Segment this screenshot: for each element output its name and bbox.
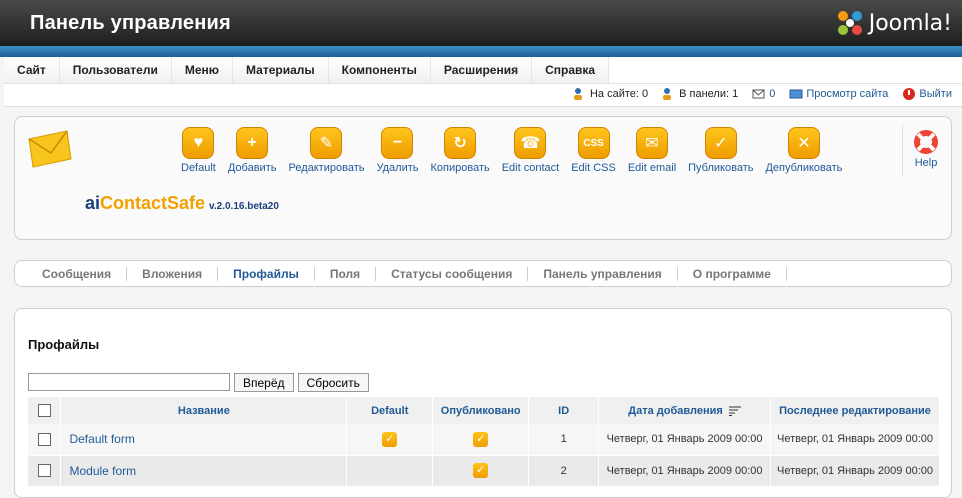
- monitor-icon: [789, 89, 803, 99]
- header-name[interactable]: Название: [60, 397, 348, 424]
- messages-link[interactable]: 0: [752, 87, 775, 101]
- component-brand: aiContactSafe v.2.0.16.beta20: [85, 193, 279, 213]
- menu-components[interactable]: Компоненты: [328, 57, 431, 83]
- status-bar: На сайте: 0 В панели: 1 0 Просмотр сайта…: [573, 87, 952, 101]
- publish-button[interactable]: ✓ Публиковать: [688, 127, 753, 174]
- envelope-icon: [28, 130, 72, 168]
- default-cell[interactable]: [346, 455, 434, 487]
- profile-name-link[interactable]: Module form: [60, 455, 348, 487]
- section-title: Профайлы: [28, 337, 100, 352]
- tab-messages[interactable]: Сообщения: [27, 266, 128, 281]
- top-menu: Сайт Пользователи Меню Материалы Компоне…: [4, 57, 962, 107]
- menu-menus[interactable]: Меню: [171, 57, 234, 83]
- admin-users: В панели: 1: [662, 87, 738, 101]
- tab-profiles[interactable]: Профайлы: [218, 266, 315, 281]
- row-checkbox[interactable]: [37, 432, 51, 446]
- filter-reset-button[interactable]: Сбросить: [297, 373, 369, 392]
- tab-about[interactable]: О программе: [678, 266, 787, 281]
- table-row: Module form ✓ 2 Четверг, 01 Январь 2009 …: [28, 455, 940, 487]
- messages-icon: [752, 89, 765, 99]
- lifebuoy-icon: [914, 130, 938, 154]
- admin-users-icon: [663, 88, 672, 100]
- header-created[interactable]: Дата добавления: [598, 397, 772, 424]
- header-modified[interactable]: Последнее редактирование: [770, 397, 940, 424]
- row-select-cell: [28, 424, 62, 456]
- tab-statuses[interactable]: Статусы сообщения: [376, 266, 529, 281]
- published-tick-icon[interactable]: ✓: [473, 431, 489, 447]
- filter-bar: Вперёд Сбросить: [28, 373, 369, 392]
- plus-icon: +: [236, 127, 269, 159]
- menu-extensions[interactable]: Расширения: [430, 57, 533, 83]
- toolbar-panel: ♥ Default + Добавить ✎ Редактировать − Удали…: [14, 116, 952, 240]
- version-label: v.2.0.16.beta20: [209, 201, 279, 212]
- published-tick-icon[interactable]: ✓: [473, 463, 489, 478]
- profiles-table: Название Default Опубликовано ID Дата до…: [28, 397, 940, 487]
- published-cell: ✓: [432, 424, 530, 456]
- minus-icon: −: [381, 127, 414, 159]
- add-button[interactable]: + Добавить: [228, 127, 276, 174]
- users-icon: [573, 88, 582, 100]
- menu-content[interactable]: Материалы: [233, 57, 329, 83]
- modified-cell: Четверг, 01 Январь 2009 00:00: [770, 424, 940, 456]
- joomla-logo: Joomla!: [835, 8, 952, 38]
- pencil-icon: ✎: [310, 127, 343, 159]
- published-cell: ✓: [432, 455, 530, 487]
- menu-site[interactable]: Сайт: [4, 57, 60, 83]
- joomla-icon: [837, 11, 862, 35]
- content-panel: Профайлы Вперёд Сбросить Название Defaul…: [14, 308, 952, 498]
- toolbar-divider: [902, 125, 903, 177]
- header-default[interactable]: Default: [346, 397, 434, 424]
- id-cell: 1: [528, 424, 600, 456]
- select-all-header: [28, 397, 62, 424]
- edit-css-button[interactable]: CSS Edit CSS: [571, 127, 616, 174]
- page-title: Панель управления: [30, 12, 231, 34]
- table-row: Default form ✓ ✓ 1 Четверг, 01 Январь 20…: [28, 424, 940, 456]
- preview-site-link[interactable]: Просмотр сайта: [789, 87, 888, 101]
- help-button[interactable]: Help: [911, 127, 941, 169]
- publish-icon: ✓: [704, 127, 737, 159]
- css-icon: CSS: [577, 127, 610, 159]
- id-cell: 2: [528, 455, 600, 487]
- menu-users[interactable]: Пользователи: [59, 57, 172, 83]
- row-select-cell: [28, 455, 62, 487]
- created-cell: Четверг, 01 Январь 2009 00:00: [598, 424, 772, 456]
- header-published[interactable]: Опубликовано: [432, 397, 530, 424]
- profile-name-link[interactable]: Default form: [60, 424, 348, 456]
- admin-header: Панель управления Joomla!: [0, 0, 962, 46]
- filter-input[interactable]: [28, 373, 230, 391]
- tab-attachments[interactable]: Вложения: [127, 266, 219, 281]
- sort-desc-icon: [728, 406, 741, 416]
- joomla-wordmark: Joomla!: [868, 10, 952, 36]
- select-all-checkbox[interactable]: [37, 404, 51, 417]
- header-id[interactable]: ID: [528, 397, 600, 424]
- logout-icon: [903, 88, 916, 100]
- tab-control-panel[interactable]: Панель управления: [528, 266, 678, 281]
- header-accent-bar: [0, 46, 962, 57]
- row-checkbox[interactable]: [37, 464, 51, 477]
- edit-email-button[interactable]: ✉ Edit email: [628, 127, 676, 174]
- online-users: На сайте: 0: [573, 87, 648, 101]
- phone-icon: ☎: [514, 127, 547, 159]
- unpublish-button[interactable]: ✕ Депубликовать: [765, 127, 842, 174]
- default-cell: ✓: [346, 424, 434, 456]
- table-header: Название Default Опубликовано ID Дата до…: [28, 397, 940, 424]
- default-button[interactable]: ♥ Default: [181, 127, 216, 174]
- logout-link[interactable]: Выйти: [902, 87, 952, 101]
- delete-button[interactable]: − Удалить: [376, 127, 418, 174]
- filter-go-button[interactable]: Вперёд: [234, 373, 294, 392]
- edit-button[interactable]: ✎ Редактировать: [288, 127, 364, 174]
- tab-fields[interactable]: Поля: [315, 266, 377, 281]
- copy-icon: ↻: [444, 127, 477, 159]
- edit-contact-button[interactable]: ☎ Edit contact: [502, 127, 559, 174]
- unpublish-icon: ✕: [787, 127, 820, 159]
- toolbar-buttons: ♥ Default + Добавить ✎ Редактировать − Удали…: [175, 127, 848, 174]
- created-cell: Четверг, 01 Январь 2009 00:00: [598, 455, 772, 487]
- menu-help[interactable]: Справка: [532, 57, 610, 83]
- modified-cell: Четверг, 01 Январь 2009 00:00: [770, 455, 940, 487]
- heart-icon: ♥: [182, 127, 215, 159]
- default-star-icon[interactable]: ✓: [382, 431, 398, 447]
- submenu-tabs: Сообщения Вложения Профайлы Поля Статусы…: [14, 260, 952, 287]
- mail-icon: ✉: [635, 127, 668, 159]
- copy-button[interactable]: ↻ Копировать: [430, 127, 490, 174]
